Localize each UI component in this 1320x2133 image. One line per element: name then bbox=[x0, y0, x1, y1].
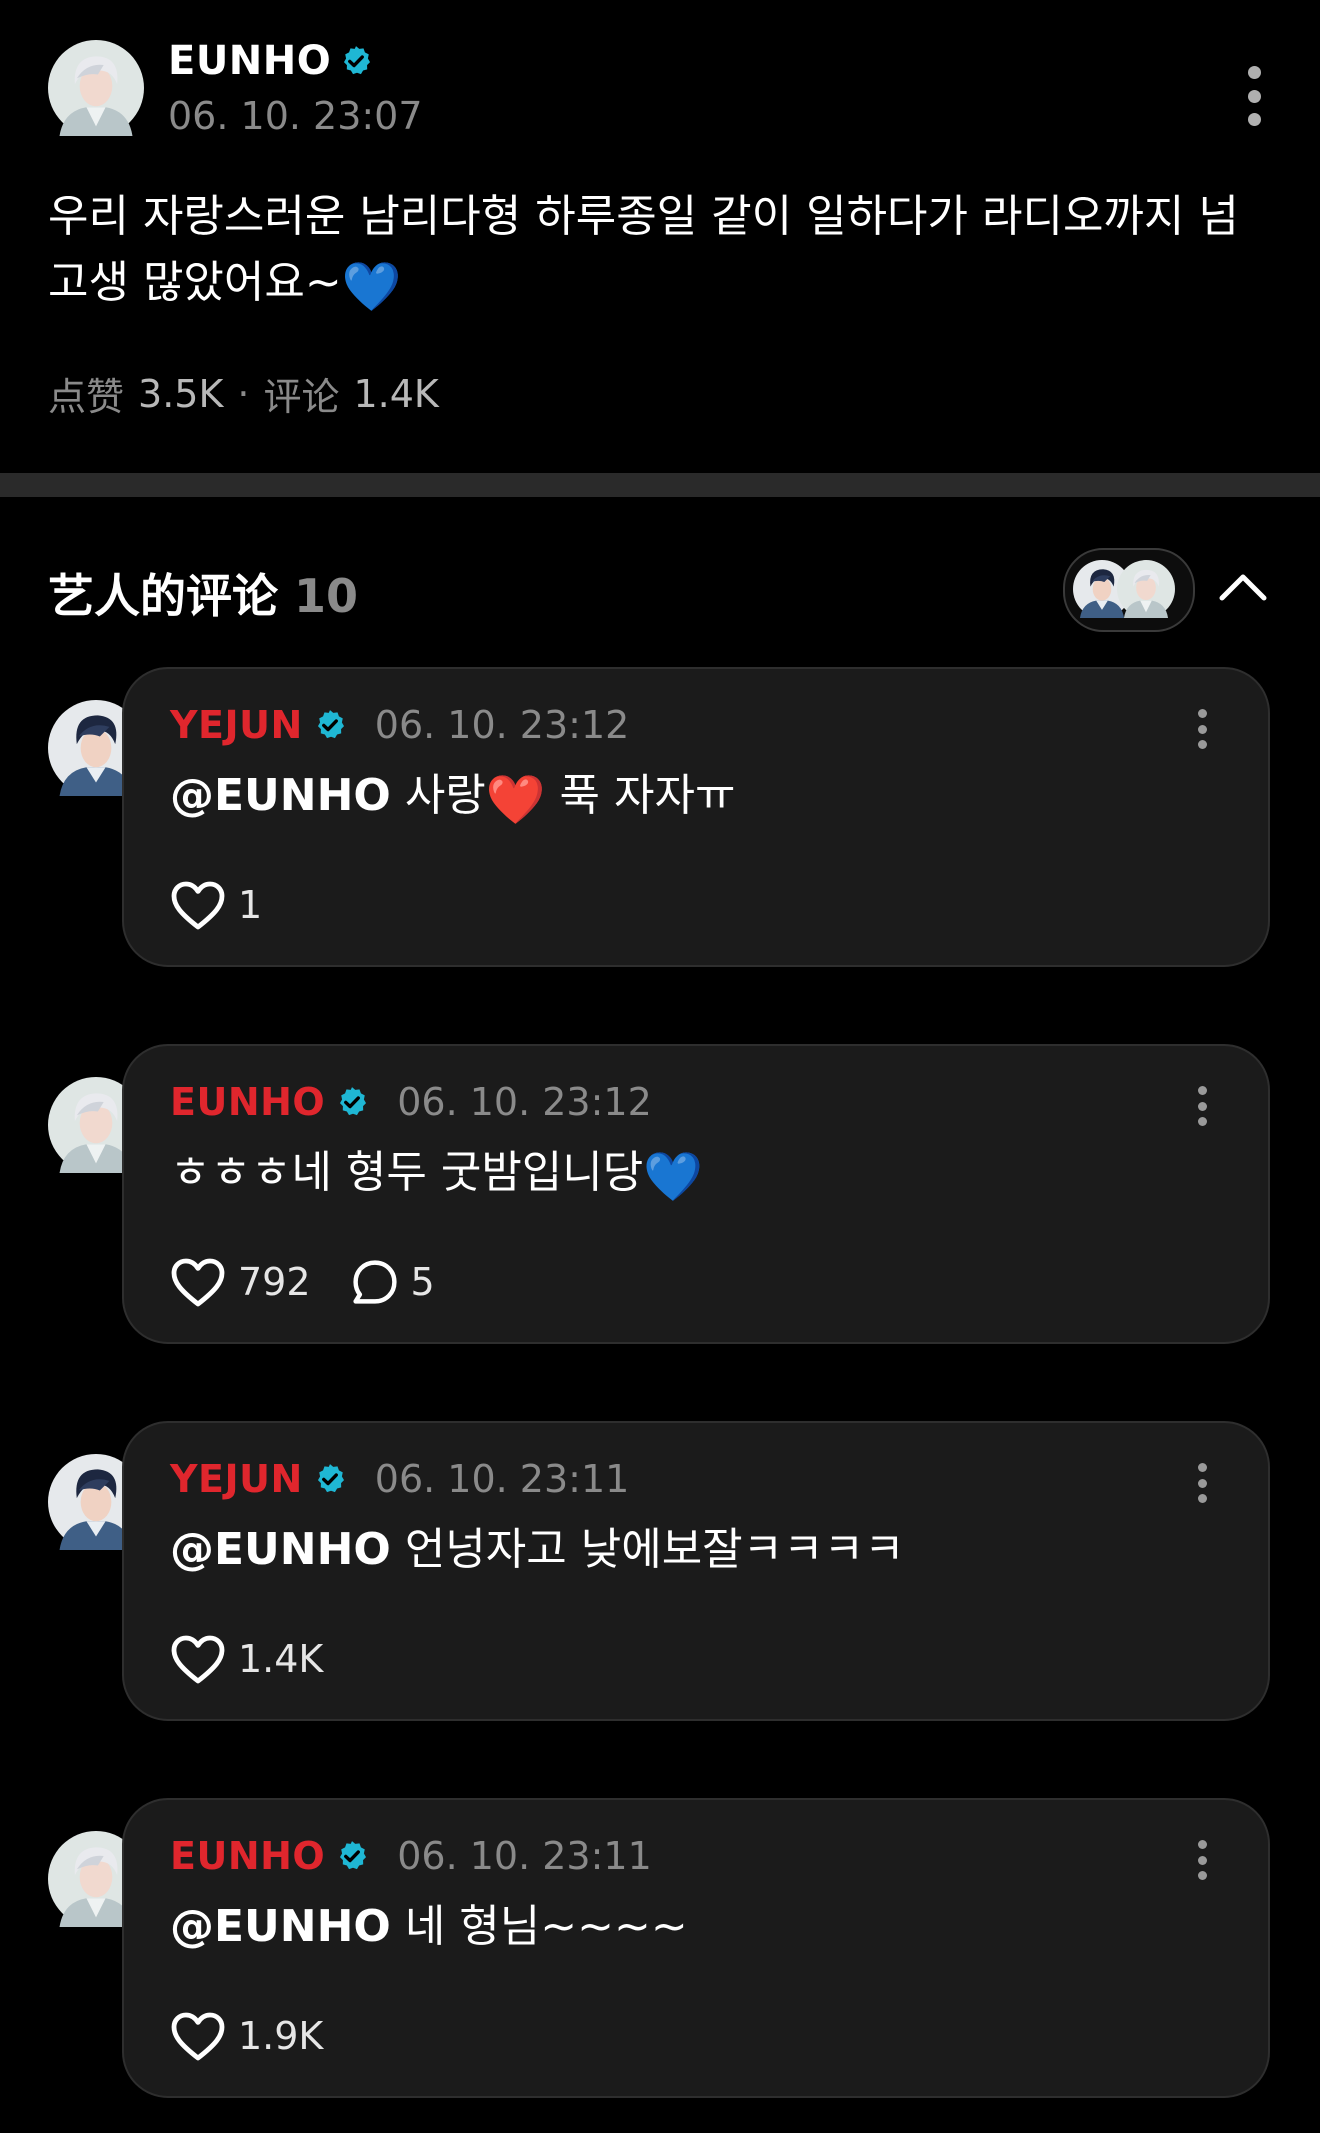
heart-icon bbox=[170, 2010, 226, 2062]
section-divider bbox=[0, 473, 1320, 497]
comment-card: EUNHO 06. 10. 23:12 ㅎㅎㅎ네 형두 굿밤입니당💙 792 5 bbox=[122, 1044, 1270, 1344]
comment-body: 네 형님~~~~ bbox=[390, 1901, 688, 1952]
like-button[interactable]: 1.9K bbox=[170, 2010, 323, 2062]
chevron-up-icon[interactable] bbox=[1216, 564, 1270, 608]
author-avatar[interactable] bbox=[48, 40, 144, 136]
mention-link[interactable]: @EUNHO bbox=[170, 1901, 391, 1952]
comment-timestamp: 06. 10. 23:12 bbox=[397, 1080, 652, 1124]
reply-count: 5 bbox=[410, 1260, 435, 1304]
comment-text: @EUNHO 사랑❤️ 푹 자자ㅠ bbox=[170, 767, 735, 829]
like-count: 792 bbox=[238, 1260, 311, 1304]
comment-timestamp: 06. 10. 23:12 bbox=[374, 703, 630, 747]
section-count: 10 bbox=[294, 569, 359, 623]
comment-timestamp: 06. 10. 23:11 bbox=[397, 1834, 652, 1878]
stats-separator: · bbox=[237, 371, 250, 416]
post-timestamp: 06. 10. 23:07 bbox=[168, 94, 423, 138]
comment-body-tail: 푹 자자ㅠ bbox=[545, 770, 736, 821]
heart-icon bbox=[170, 879, 226, 931]
more-icon[interactable] bbox=[1196, 709, 1208, 749]
verified-icon bbox=[313, 708, 347, 742]
comment-icon bbox=[351, 1258, 399, 1306]
verified-icon bbox=[335, 1085, 369, 1119]
comment-header: YEJUN 06. 10. 23:12 bbox=[170, 703, 629, 747]
post-stats: 点赞 3.5K · 评论 1.4K bbox=[48, 366, 439, 421]
more-icon[interactable] bbox=[1246, 66, 1262, 126]
section-title: 艺人的评论 bbox=[48, 569, 278, 623]
author-name[interactable]: EUNHO bbox=[168, 38, 331, 84]
artist-post-screen: EUNHO 06. 10. 23:07 우리 자랑스러운 남리다형 하루종일 같… bbox=[0, 0, 1320, 2133]
like-button[interactable]: 1.4K bbox=[170, 1633, 323, 1685]
comment-body: 사랑 bbox=[390, 770, 486, 821]
comment-card: YEJUN 06. 10. 23:12 @EUNHO 사랑❤️ 푹 자자ㅠ 1 bbox=[122, 667, 1270, 967]
red-heart-emoji: ❤️ bbox=[485, 772, 546, 828]
like-count: 1 bbox=[238, 883, 263, 927]
post-body: 우리 자랑스러운 남리다형 하루종일 같이 일하다가 라디오까지 넘 고생 많았… bbox=[48, 184, 1278, 320]
reply-button[interactable]: 5 bbox=[351, 1258, 435, 1306]
heart-icon bbox=[170, 1256, 226, 1308]
artist-avatars-filter[interactable] bbox=[1063, 548, 1195, 632]
comment-actions: 1 bbox=[170, 879, 302, 931]
comment-text: @EUNHO 네 형님~~~~ bbox=[170, 1898, 688, 1956]
comment-header: EUNHO 06. 10. 23:11 bbox=[170, 1834, 652, 1878]
verified-icon bbox=[335, 1839, 369, 1873]
commenter-name[interactable]: EUNHO bbox=[170, 1834, 325, 1878]
comment-actions: 1.4K bbox=[170, 1633, 363, 1685]
comment-actions: 792 5 bbox=[170, 1256, 475, 1308]
blue-heart-emoji: 💙 bbox=[643, 1149, 704, 1205]
blue-heart-emoji: 💙 bbox=[341, 259, 402, 315]
heart-icon bbox=[170, 1633, 226, 1685]
avatar bbox=[1117, 560, 1175, 618]
comment-card: EUNHO 06. 10. 23:11 @EUNHO 네 형님~~~~ 1.9K bbox=[122, 1798, 1270, 2098]
like-count: 1.4K bbox=[238, 1637, 324, 1681]
more-icon[interactable] bbox=[1196, 1086, 1208, 1126]
artist-comments-header: 艺人的评论 10 bbox=[48, 560, 358, 626]
like-button[interactable]: 1 bbox=[170, 879, 262, 931]
comment-text: ㅎㅎㅎ네 형두 굿밤입니당💙 bbox=[170, 1144, 703, 1206]
comment-header: YEJUN 06. 10. 23:11 bbox=[170, 1457, 629, 1501]
like-count: 1.9K bbox=[238, 2014, 324, 2058]
more-icon[interactable] bbox=[1196, 1463, 1208, 1503]
comments-label: 评论 bbox=[263, 375, 340, 419]
post-text: 우리 자랑스러운 남리다형 하루종일 같이 일하다가 라디오까지 넘 고생 많았… bbox=[48, 191, 1239, 308]
comment-header: EUNHO 06. 10. 23:12 bbox=[170, 1080, 652, 1124]
comment-card: YEJUN 06. 10. 23:11 @EUNHO 언넝자고 낮에보잘ㅋㅋㅋㅋ… bbox=[122, 1421, 1270, 1721]
likes-count: 3.5K bbox=[138, 371, 224, 416]
mention-link[interactable]: @EUNHO bbox=[170, 1524, 391, 1575]
verified-icon bbox=[339, 44, 373, 78]
comment-body: ㅎㅎㅎ네 형두 굿밤입니당 bbox=[170, 1147, 644, 1198]
comments-count: 1.4K bbox=[353, 371, 439, 416]
like-button[interactable]: 792 bbox=[170, 1256, 311, 1308]
comment-actions: 1.9K bbox=[170, 2010, 363, 2062]
commenter-name[interactable]: YEJUN bbox=[170, 703, 303, 747]
commenter-name[interactable]: EUNHO bbox=[170, 1080, 325, 1124]
comment-body: 언넝자고 낮에보잘ㅋㅋㅋㅋ bbox=[390, 1524, 905, 1575]
comment-text: @EUNHO 언넝자고 낮에보잘ㅋㅋㅋㅋ bbox=[170, 1521, 905, 1579]
verified-icon bbox=[313, 1462, 347, 1496]
commenter-name[interactable]: YEJUN bbox=[170, 1457, 303, 1501]
likes-label: 点赞 bbox=[48, 375, 125, 419]
author-row: EUNHO bbox=[168, 38, 373, 84]
more-icon[interactable] bbox=[1196, 1840, 1208, 1880]
mention-link[interactable]: @EUNHO bbox=[170, 770, 391, 821]
comment-timestamp: 06. 10. 23:11 bbox=[374, 1457, 630, 1501]
